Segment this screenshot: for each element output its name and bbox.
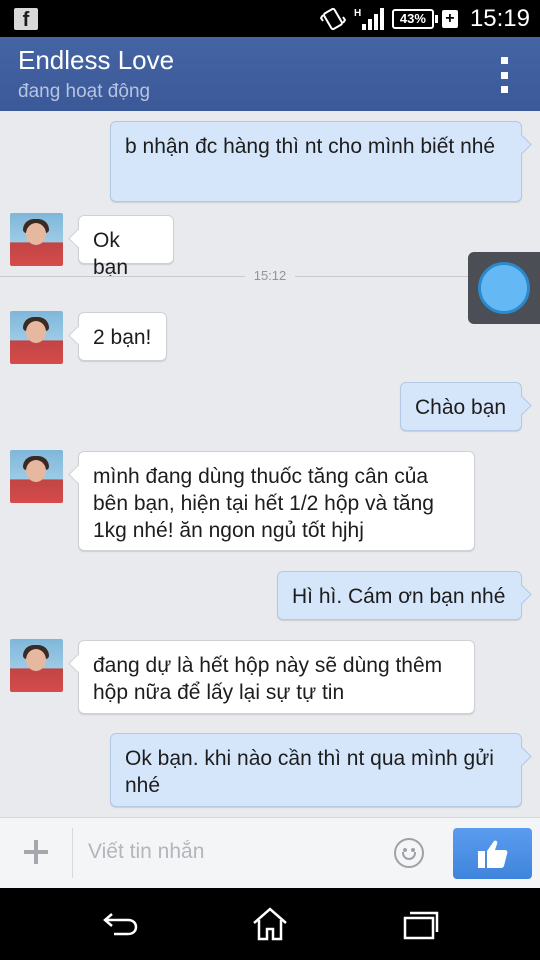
contact-avatar[interactable] (10, 311, 63, 364)
message-bubble-outgoing[interactable]: Chào bạn (400, 382, 522, 431)
back-icon[interactable] (100, 906, 140, 942)
status-icons: H 43% + 15:19 (319, 4, 530, 34)
contact-avatar[interactable] (10, 639, 63, 692)
chat-head-bubble[interactable] (468, 252, 540, 324)
status-bar: f H 43% + 15:19 (0, 0, 540, 37)
signal-icon: H (354, 6, 384, 32)
thumbs-up-icon (478, 840, 508, 868)
message-input[interactable] (88, 832, 378, 872)
overflow-menu-icon[interactable] (494, 57, 514, 93)
contact-avatar[interactable] (10, 450, 63, 503)
message-composer (0, 817, 540, 888)
plus-icon[interactable] (20, 836, 52, 868)
message-bubble-incoming[interactable]: đang dự là hết hộp này sẽ dùng thêm hộp … (78, 640, 475, 714)
time-divider-label: 15:12 (253, 268, 287, 283)
navigation-bar (0, 888, 540, 960)
message-bubble-incoming[interactable]: 2 bạn! (78, 312, 167, 361)
message-bubble-outgoing[interactable]: Ok bạn. khi nào cần thì nt qua mình gửi … (110, 733, 522, 807)
status-clock: 15:19 (469, 5, 530, 32)
composer-divider (72, 828, 73, 878)
like-button[interactable] (453, 828, 532, 879)
message-bubble-outgoing[interactable]: b nhận đc hàng thì nt cho mình biết nhé (110, 121, 522, 202)
conversation-header: Endless Love đang hoạt động (0, 37, 540, 111)
facebook-icon: f (14, 8, 38, 31)
battery-indicator: 43% (391, 9, 438, 29)
network-type-label: H (354, 8, 361, 19)
message-bubble-incoming[interactable]: mình đang dùng thuốc tăng cân của bên bạ… (78, 451, 475, 551)
vibrate-icon (319, 7, 346, 31)
charging-icon: + (441, 10, 458, 28)
smiley-icon[interactable] (394, 838, 424, 868)
recent-apps-icon[interactable] (400, 906, 440, 942)
message-list[interactable]: b nhận đc hàng thì nt cho mình biết nhé … (0, 111, 540, 817)
contact-avatar[interactable] (10, 213, 63, 266)
message-bubble-incoming[interactable]: Ok bạn (78, 215, 174, 279)
conversation-title[interactable]: Endless Love (18, 45, 174, 76)
message-bubble-outgoing[interactable]: Hì hì. Cám ơn bạn nhé (277, 571, 522, 620)
home-icon[interactable] (250, 906, 290, 942)
time-divider: 15:12 (0, 268, 540, 284)
active-status: đang hoạt động (18, 81, 151, 102)
